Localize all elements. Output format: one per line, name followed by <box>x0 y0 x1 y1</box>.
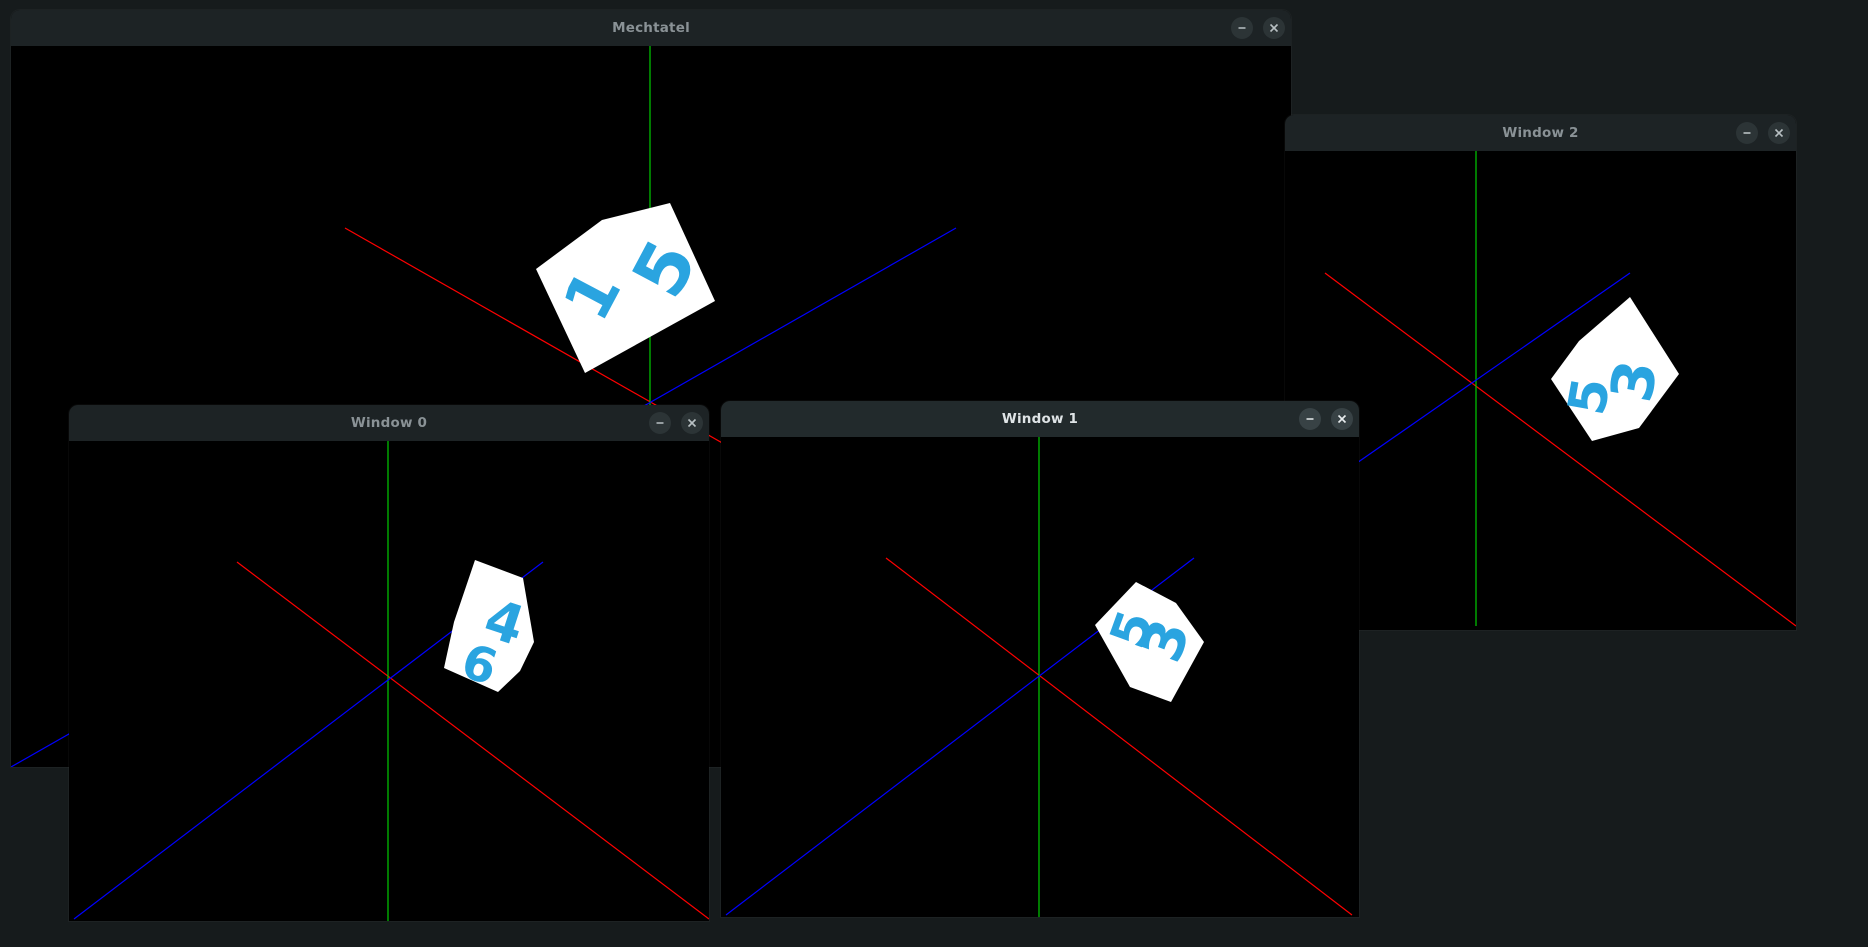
close-button[interactable] <box>1331 408 1353 430</box>
window-2[interactable]: Window 2 5 3 <box>1285 115 1796 630</box>
cube: 5 3 <box>1095 582 1204 702</box>
minimize-button[interactable] <box>1736 122 1758 144</box>
close-icon <box>687 418 697 428</box>
window-title: Window 2 <box>1502 125 1579 141</box>
window-1[interactable]: Window 1 5 3 <box>721 401 1359 917</box>
render-viewport-window-0[interactable]: 4 6 <box>69 441 709 921</box>
x-axis-line <box>1324 272 1796 627</box>
minimize-icon <box>1238 27 1246 29</box>
titlebar-window-0[interactable]: Window 0 <box>69 405 709 441</box>
render-viewport-window-2[interactable]: 5 3 <box>1285 151 1796 630</box>
scene-window-2: 5 3 <box>1285 151 1796 627</box>
close-icon <box>1269 23 1279 33</box>
scene-window-1: 5 3 <box>725 437 1353 917</box>
window-title: Window 0 <box>350 415 428 431</box>
minimize-button[interactable] <box>1231 17 1253 39</box>
render-viewport-window-1[interactable]: 5 3 <box>721 437 1359 917</box>
minimize-button[interactable] <box>1299 408 1321 430</box>
minimize-icon <box>1306 418 1314 420</box>
window-0[interactable]: Window 0 4 6 <box>69 405 709 921</box>
cube: 5 3 <box>1551 297 1679 441</box>
window-title: Window 1 <box>1001 411 1079 427</box>
cube: 4 6 <box>444 560 534 697</box>
close-button[interactable] <box>681 412 703 434</box>
close-icon <box>1774 128 1784 138</box>
minimize-icon <box>656 422 664 424</box>
close-button[interactable] <box>1768 122 1790 144</box>
close-button[interactable] <box>1263 17 1285 39</box>
cube: 1 5 <box>536 203 715 373</box>
minimize-button[interactable] <box>649 412 671 434</box>
titlebar-window-2[interactable]: Window 2 <box>1285 115 1796 151</box>
close-icon <box>1337 414 1347 424</box>
titlebar-window-1[interactable]: Window 1 <box>721 401 1359 437</box>
titlebar-mechtatel[interactable]: Mechtatel <box>11 10 1291 46</box>
minimize-icon <box>1743 132 1751 134</box>
desktop: Mechtatel 1 5 Window 2 5 3 Window 0 4 6 … <box>0 0 1868 947</box>
scene-window-0: 4 6 <box>73 441 709 921</box>
window-title: Mechtatel <box>612 20 690 36</box>
